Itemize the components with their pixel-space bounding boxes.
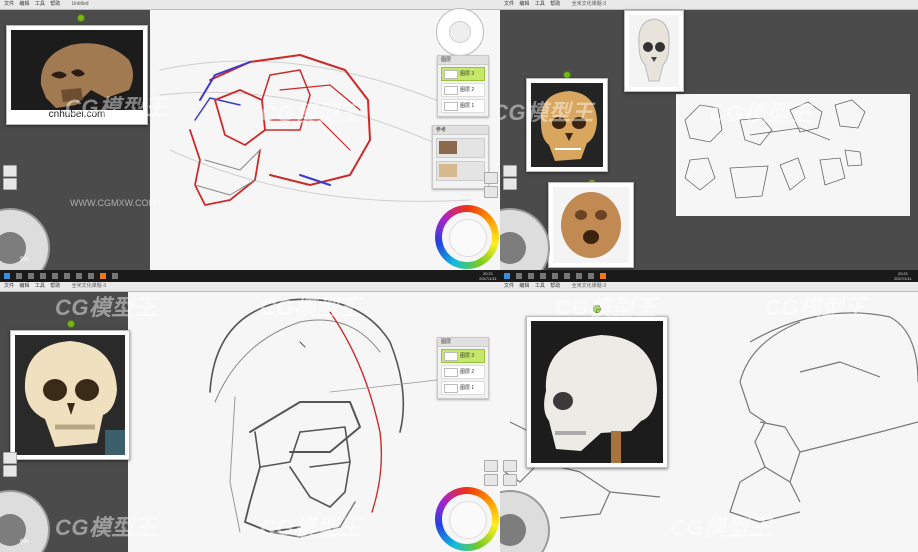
color-wheel-icon[interactable] bbox=[435, 487, 499, 551]
layer-name: 图层 2 bbox=[460, 369, 475, 375]
side-tool-button[interactable] bbox=[484, 172, 498, 184]
side-tool-button[interactable] bbox=[3, 452, 17, 464]
layer-name: 图层 1 bbox=[460, 103, 475, 109]
side-skull-image bbox=[531, 83, 603, 167]
taskbar-app-icon[interactable] bbox=[552, 273, 558, 279]
taskbar-app-icon[interactable] bbox=[564, 273, 570, 279]
reference-photo-side-skull[interactable] bbox=[526, 78, 608, 172]
reference-thumbnail[interactable] bbox=[436, 138, 485, 158]
zoom-level: 9% bbox=[20, 257, 29, 263]
taskbar-clock: 20:21 2017/1/11 bbox=[890, 271, 916, 281]
taskbar: 20:21 2017/1/11 20:21 2017/1/11 bbox=[0, 270, 918, 282]
taskbar-app-icon[interactable] bbox=[64, 273, 70, 279]
zoom-level: 6% bbox=[20, 539, 29, 545]
layers-panel: 图层 图层 3 图层 2 图层 1 bbox=[437, 55, 489, 117]
taskbar-app-icon[interactable] bbox=[76, 273, 82, 279]
side-tool-button[interactable] bbox=[484, 474, 498, 486]
taskbar-app-icon[interactable] bbox=[588, 273, 594, 279]
reference-panel: 参考 bbox=[432, 125, 489, 189]
quadrant-bottom-left: 文件 编辑 工具 帮助 全米文化课题-3 图层 图层 3 图层 2 图层 1 6… bbox=[0, 282, 500, 552]
quadrant-top-right: 文件 编辑 工具 帮助 全米文化课题-3 CG模型王 CG模型王 bbox=[500, 0, 918, 270]
layer-name: 图层 2 bbox=[460, 87, 475, 93]
side-tool-button[interactable] bbox=[484, 186, 498, 198]
side-tool-button[interactable] bbox=[3, 178, 17, 190]
layer-row[interactable]: 图层 2 bbox=[441, 365, 485, 379]
reference-photo-front-skull[interactable] bbox=[624, 10, 684, 92]
taskbar-app-icon[interactable] bbox=[576, 273, 582, 279]
quadrant-top-left: 文件 编辑 工具 帮助 Untitled cnhubei.com 图层 图层 3… bbox=[0, 0, 500, 270]
layers-panel-header: 图层 bbox=[438, 56, 488, 65]
photo-caption: cnhubei.com bbox=[48, 109, 106, 120]
layers-panel-header: 图层 bbox=[438, 338, 488, 347]
taskbar-app-icon[interactable] bbox=[540, 273, 546, 279]
side-tool-button[interactable] bbox=[503, 460, 517, 472]
cranium-image bbox=[531, 321, 663, 463]
reference-photo-model-skull[interactable] bbox=[10, 330, 130, 460]
side-tool-button[interactable] bbox=[503, 178, 517, 190]
reference-photo-skull-base[interactable] bbox=[548, 182, 634, 268]
windows-start-icon[interactable] bbox=[504, 273, 510, 279]
side-tool-button[interactable] bbox=[3, 165, 17, 177]
reference-photo-fossil-skull[interactable]: cnhubei.com bbox=[6, 25, 148, 125]
layers-panel: 图层 图层 3 图层 2 图层 1 bbox=[437, 337, 489, 399]
clock-date: 2017/1/11 bbox=[479, 276, 497, 281]
quadrant-bottom-right: 文件 编辑 工具 帮助 全米文化课题-3 CG模型王 CG模型王 CG模型王 bbox=[500, 282, 918, 552]
taskbar-app-icon[interactable] bbox=[28, 273, 34, 279]
layer-row[interactable]: 图层 3 bbox=[441, 349, 485, 363]
front-skull-image bbox=[629, 15, 679, 87]
taskbar-app-icon[interactable] bbox=[88, 273, 94, 279]
taskbar-clock: 20:21 2017/1/11 bbox=[476, 271, 500, 281]
clock-date: 2017/1/11 bbox=[894, 276, 912, 281]
layer-row[interactable]: 图层 1 bbox=[441, 99, 485, 113]
taskbar-app-icon[interactable] bbox=[112, 273, 118, 279]
skull-base-image bbox=[553, 187, 629, 263]
taskbar-app-icon[interactable] bbox=[40, 273, 46, 279]
taskbar-app-icon[interactable] bbox=[528, 273, 534, 279]
layer-name: 图层 3 bbox=[460, 353, 475, 359]
reference-thumbnail[interactable] bbox=[436, 161, 485, 181]
pin-icon[interactable] bbox=[77, 14, 85, 22]
taskbar-app-icon[interactable] bbox=[600, 273, 606, 279]
side-tool-button[interactable] bbox=[3, 465, 17, 477]
taskbar-app-icon[interactable] bbox=[516, 273, 522, 279]
side-tool-button[interactable] bbox=[503, 165, 517, 177]
pin-icon[interactable] bbox=[67, 320, 75, 328]
layer-row[interactable]: 图层 1 bbox=[441, 381, 485, 395]
layer-row[interactable]: 图层 2 bbox=[441, 83, 485, 97]
reference-photo-cranium[interactable] bbox=[526, 316, 668, 468]
taskbar-app-icon[interactable] bbox=[100, 273, 106, 279]
navigation-wheel-icon[interactable] bbox=[436, 8, 484, 56]
side-tool-button[interactable] bbox=[484, 460, 498, 472]
pin-icon[interactable] bbox=[593, 305, 601, 313]
fossil-skull-image bbox=[11, 30, 143, 110]
layer-name: 图层 1 bbox=[460, 385, 475, 391]
reference-panel-header: 参考 bbox=[433, 126, 488, 135]
layer-row[interactable]: 图层 3 bbox=[441, 67, 485, 81]
side-tool-button[interactable] bbox=[503, 474, 517, 486]
windows-start-icon[interactable] bbox=[4, 273, 10, 279]
model-skull-image bbox=[15, 335, 125, 455]
color-wheel-icon[interactable] bbox=[435, 205, 499, 269]
layer-name: 图层 3 bbox=[460, 71, 475, 77]
taskbar-app-icon[interactable] bbox=[52, 273, 58, 279]
taskbar-app-icon[interactable] bbox=[16, 273, 22, 279]
